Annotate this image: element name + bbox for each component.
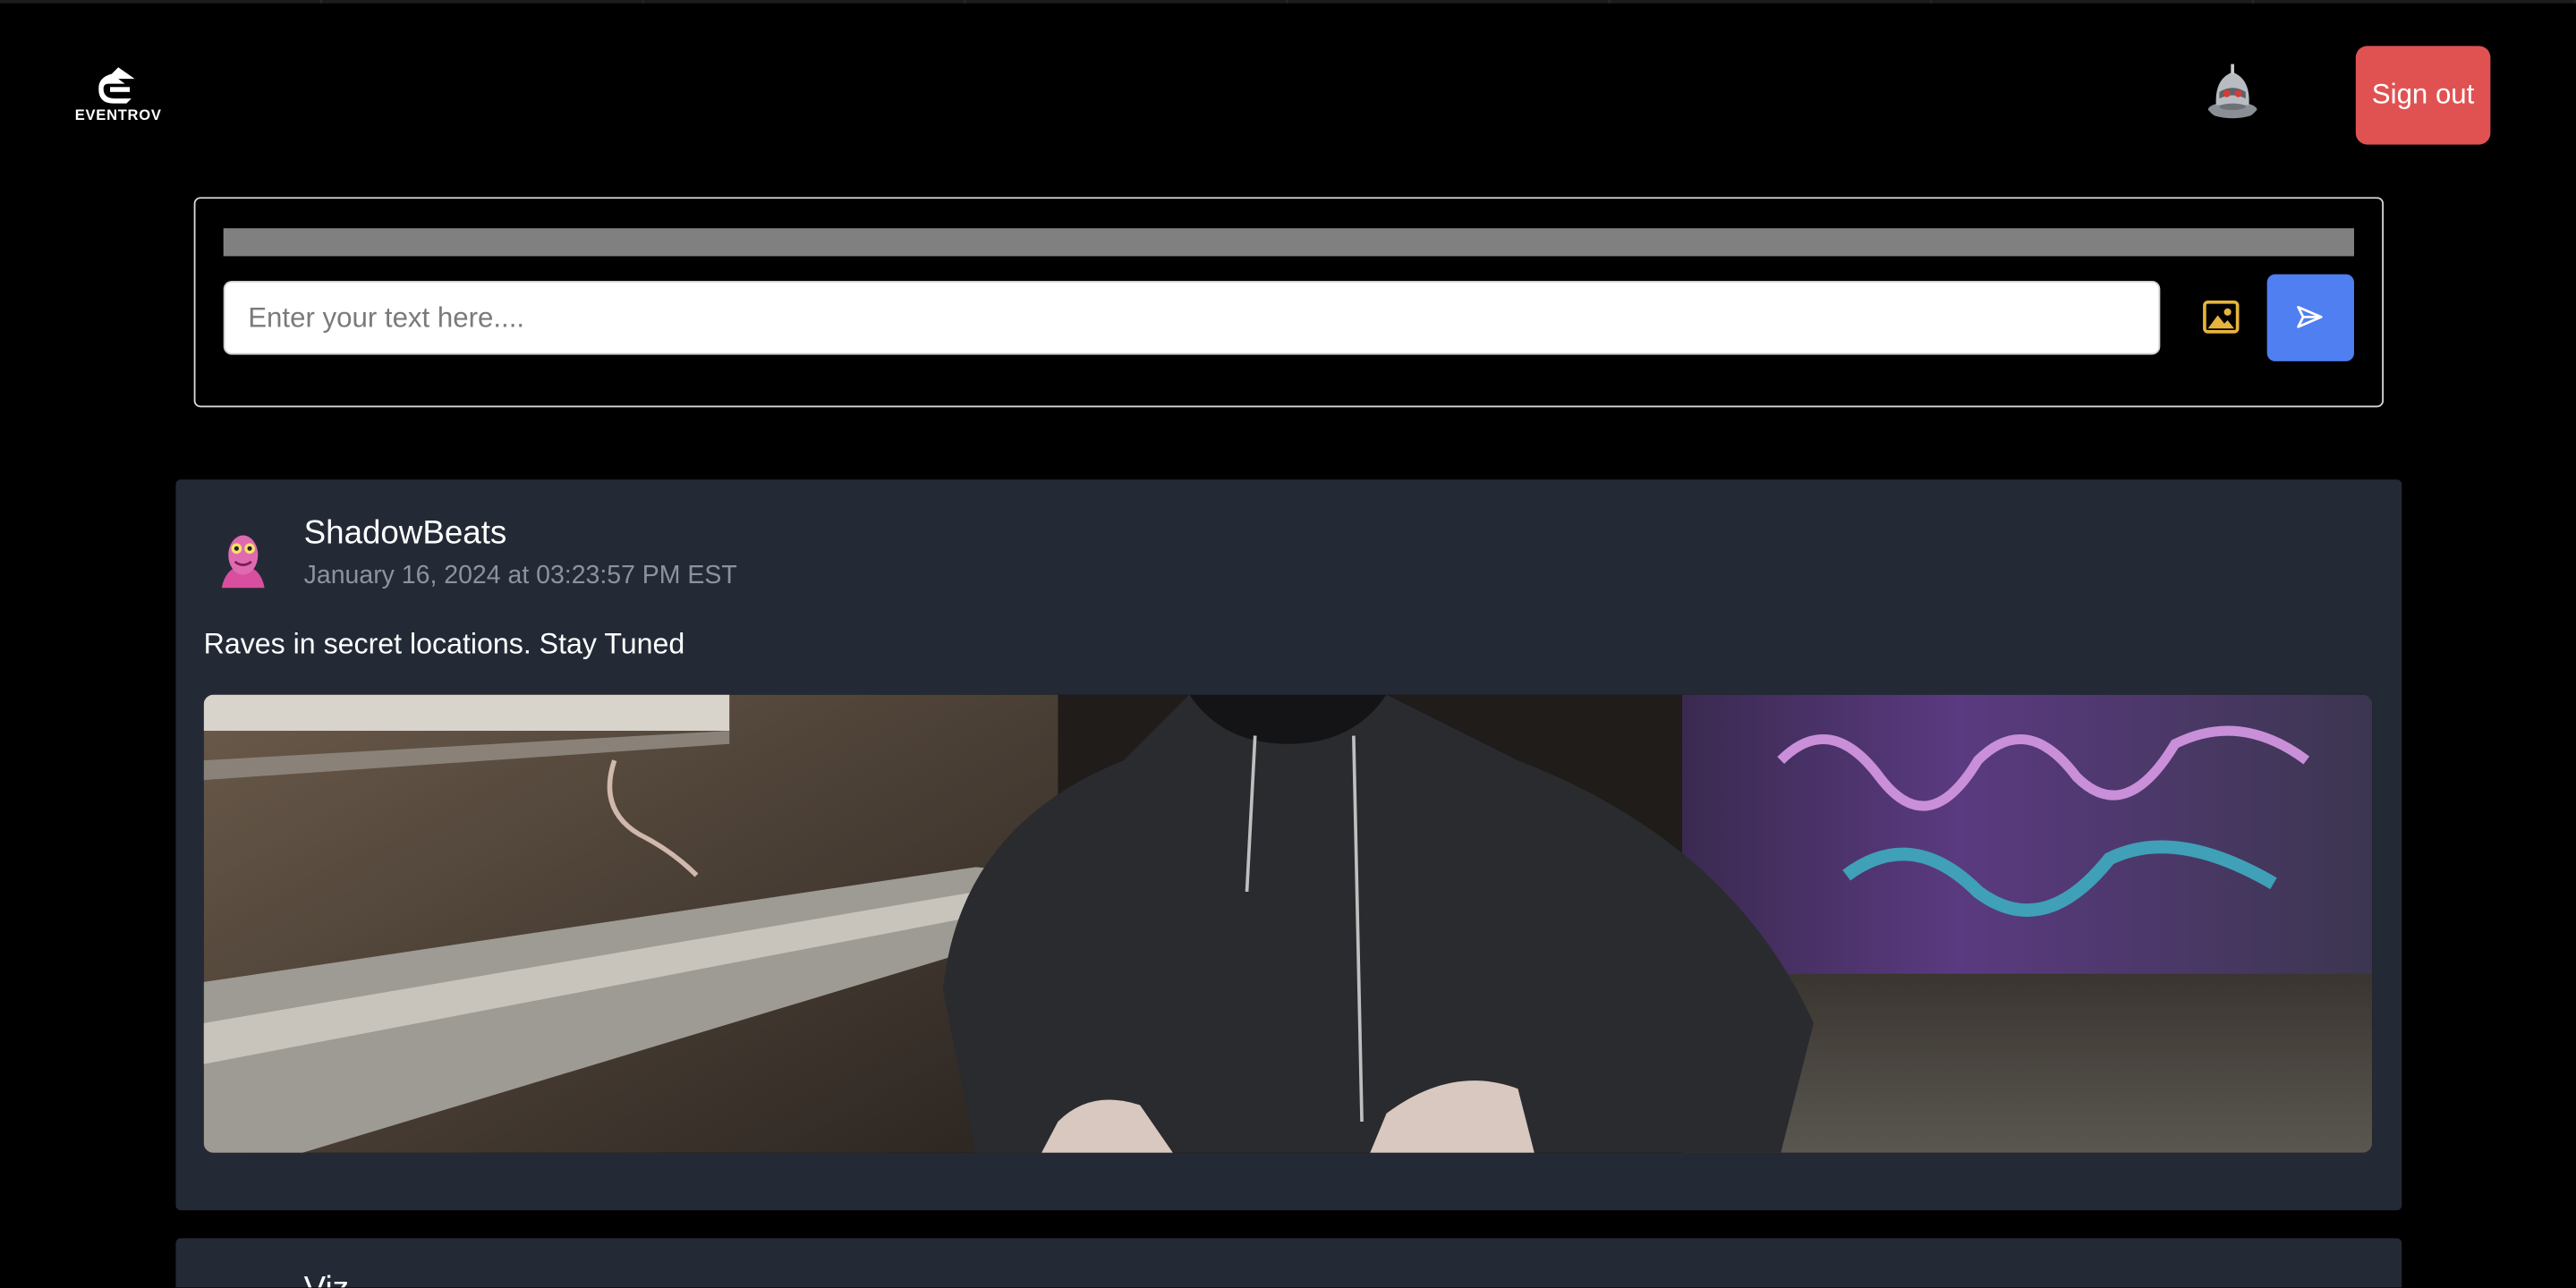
post-composer <box>193 197 2385 408</box>
eventrov-logo[interactable]: EVENTROV <box>72 65 165 128</box>
post-username[interactable]: ShadowBeats <box>304 516 507 554</box>
page: EVENTROV Sign out Enter your text here..… <box>0 0 2576 1288</box>
post-author-avatar[interactable] <box>212 529 275 591</box>
user-avatar[interactable] <box>2201 59 2264 122</box>
eventrov-logo-icon <box>98 67 135 104</box>
post-timestamp: January 16, 2024 at 03:23:57 PM EST <box>303 561 737 590</box>
sign-out-button[interactable]: Sign out <box>2355 46 2491 145</box>
send-post-button[interactable] <box>2266 274 2354 361</box>
post-username[interactable]: Viz <box>304 1271 349 1287</box>
post-image-graphic <box>203 694 2373 1153</box>
post-text-input[interactable] <box>223 280 2161 355</box>
robot-avatar-icon <box>2207 64 2257 119</box>
top-divider <box>0 0 2576 4</box>
pink-creature-avatar-icon <box>221 535 265 589</box>
image-upload-icon <box>2203 300 2240 334</box>
composer-toolbar-bar <box>223 228 2354 257</box>
send-icon <box>2297 305 2323 328</box>
post-card: Viz <box>175 1238 2402 1288</box>
post-body-text: Raves in secret locations. Stay Tuned <box>203 627 685 661</box>
post-image[interactable] <box>203 694 2373 1153</box>
logo-text: EVENTROV <box>74 106 162 123</box>
post-card: ShadowBeats January 16, 2024 at 03:23:57… <box>175 479 2402 1211</box>
image-upload-button[interactable] <box>2201 299 2240 335</box>
